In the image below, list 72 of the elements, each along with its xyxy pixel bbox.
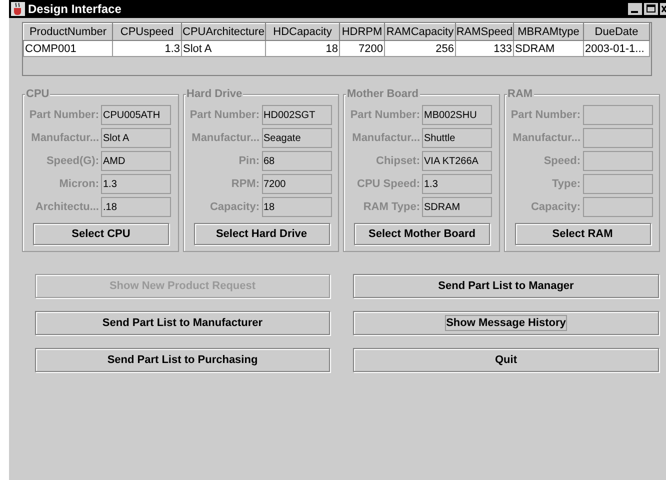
input-field[interactable]: MB002SHU [422, 105, 492, 125]
input-field[interactable]: Slot A [101, 128, 171, 148]
group-title: Hard Drive [186, 88, 244, 100]
field-label: Type: [550, 178, 580, 190]
field-label: Manufactur... [512, 132, 580, 144]
field-label: CPU Speed: [356, 178, 420, 190]
input-field[interactable]: Seagate [262, 128, 332, 148]
input-field[interactable]: SDRAM [422, 197, 492, 217]
action-button[interactable]: Quit [353, 348, 659, 372]
button-label: Send Part List to Manager [437, 279, 575, 294]
input-field[interactable]: 18 [262, 197, 332, 217]
input-field[interactable]: 7200 [262, 174, 332, 194]
table-cell: 2003-01-1... [584, 40, 650, 56]
action-button[interactable]: Send Part List to Manufacturer [35, 311, 330, 335]
button-label: Quit [494, 353, 518, 368]
field-label: Capacity: [530, 201, 580, 213]
select-button[interactable]: Select Mother Board [354, 223, 490, 245]
field-label: Architectu... [34, 201, 99, 213]
input-field[interactable]: 68 [262, 151, 332, 171]
column-header[interactable]: ProductNumber [24, 24, 112, 40]
window-title: Design Interface [28, 2, 122, 16]
field-label: RAM Type: [362, 201, 420, 213]
input-field[interactable]: 1.3 [101, 174, 171, 194]
field-label: Speed: [542, 155, 580, 167]
input-field[interactable]: 1.3 [422, 174, 492, 194]
input-field[interactable]: VIA KT266A [422, 151, 492, 171]
column-header[interactable]: HDRPM [340, 24, 384, 40]
field-label: Part Number: [29, 109, 99, 121]
table-cell: SDRAM [514, 40, 584, 56]
column-header[interactable]: HDCapacity [266, 24, 340, 40]
column-header[interactable]: RAMCapacity [384, 24, 456, 40]
table-cell: Slot A [182, 40, 266, 56]
action-button[interactable]: Send Part List to Purchasing [35, 348, 330, 372]
table-cell: COMP001 [24, 40, 112, 56]
field-label: Manufactur... [30, 132, 99, 144]
table-cell: 18 [266, 40, 340, 56]
field-label: Part Number: [510, 109, 580, 121]
group-title: Mother Board [346, 88, 420, 100]
field-label: RPM: [230, 178, 260, 190]
select-button[interactable]: Select RAM [514, 223, 650, 245]
input-field[interactable]: AMD [101, 151, 171, 171]
button-label: Send Part List to Purchasing [106, 353, 259, 368]
table-cell: 1.3 [112, 40, 182, 56]
input-field[interactable]: CPU005ATH [101, 105, 171, 125]
action-button[interactable]: Show Message History [353, 311, 659, 335]
field-label: Capacity: [208, 201, 260, 213]
field-label: Pin: [238, 155, 260, 167]
column-header[interactable]: MBRAMtype [514, 24, 584, 40]
select-button[interactable]: Select Hard Drive [194, 223, 330, 245]
field-label: Manufactur... [190, 132, 260, 144]
select-button[interactable]: Select CPU [33, 223, 169, 245]
button-label: Show Message History [445, 315, 567, 331]
table-cell: 7200 [340, 40, 384, 56]
input-field[interactable]: Shuttle [422, 128, 492, 148]
action-button[interactable]: Send Part List to Manager [353, 274, 659, 298]
column-header[interactable]: CPUspeed [112, 24, 182, 40]
field-label: Manufactur... [351, 132, 420, 144]
table-cell: 256 [384, 40, 456, 56]
table-cell: 133 [456, 40, 514, 56]
field-label: Chipset: [375, 155, 420, 167]
field-label: Part Number: [190, 109, 260, 121]
column-header[interactable]: RAMSpeed [456, 24, 514, 40]
input-field[interactable]: .18 [101, 197, 171, 217]
group-title: RAM [506, 88, 534, 100]
input-field[interactable]: HD002SGT [262, 105, 332, 125]
button-label: Send Part List to Manufacturer [101, 316, 264, 331]
field-label: Speed(G): [45, 155, 99, 167]
column-header[interactable]: CPUArchitecture [182, 24, 266, 40]
column-header[interactable]: DueDate [584, 24, 650, 40]
field-label: Micron: [58, 178, 99, 190]
group-title: CPU [25, 88, 50, 100]
field-label: Part Number: [350, 109, 420, 121]
